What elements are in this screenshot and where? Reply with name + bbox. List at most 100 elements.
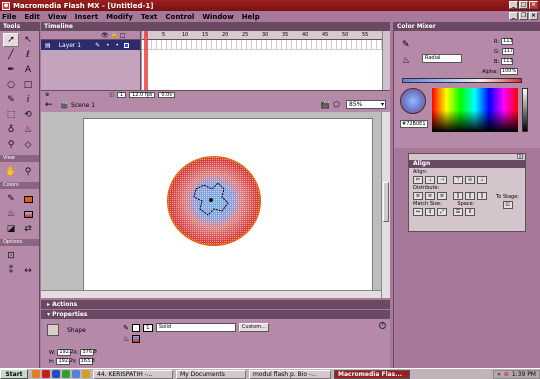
y-field[interactable]: 163.8 xyxy=(78,358,95,365)
align-vcenter-button[interactable]: ⊝ xyxy=(465,176,475,184)
ink-bottle-icon[interactable]: ♁ xyxy=(3,123,19,137)
quicklaunch-icon[interactable] xyxy=(52,370,60,378)
maximize-icon[interactable]: □ xyxy=(519,1,528,9)
tray-icon[interactable]: « xyxy=(497,371,501,378)
tray-icon[interactable]: ⊘ xyxy=(504,371,509,378)
stage[interactable] xyxy=(83,118,373,293)
task-button[interactable]: modul flash p. Bio -... xyxy=(249,369,331,379)
quicklaunch-icon[interactable] xyxy=(42,370,50,378)
space-vertical-button[interactable]: ☰ xyxy=(453,208,463,216)
stage-horizontal-scrollbar[interactable] xyxy=(41,290,381,298)
distribute-vcenter-button[interactable]: ≡ xyxy=(425,192,435,200)
task-button[interactable]: 44. KERISPATIH -... xyxy=(93,369,173,379)
doc-close-icon[interactable]: × xyxy=(529,12,538,20)
eraser-icon[interactable]: ◇ xyxy=(20,138,36,152)
align-hcenter-button[interactable]: ⊥ xyxy=(425,176,435,184)
menu-text[interactable]: Text xyxy=(141,13,157,21)
close-icon[interactable]: × xyxy=(529,1,538,9)
x-field[interactable]: 376.8 xyxy=(80,349,97,356)
menu-insert[interactable]: Insert xyxy=(75,13,98,21)
rect-tool-icon[interactable]: □ xyxy=(20,78,36,92)
properties-panel-header[interactable]: ▾ Properties xyxy=(41,310,390,319)
align-bottom-button[interactable]: ⊥ xyxy=(477,176,487,184)
text-tool-icon[interactable]: A xyxy=(20,63,36,77)
menu-file[interactable]: File xyxy=(2,13,16,21)
fill-type-select[interactable]: Radial xyxy=(422,54,462,63)
match-both-button[interactable]: ⤢ xyxy=(437,208,447,216)
menu-control[interactable]: Control xyxy=(165,13,194,21)
arrow-tool-icon[interactable]: ➚ xyxy=(3,33,19,47)
align-close-icon[interactable]: × xyxy=(517,154,523,159)
layer-header-icons[interactable]: 👁 🔒 □ xyxy=(41,31,140,40)
match-height-button[interactable]: ↕ xyxy=(425,208,435,216)
quicklaunch-icon[interactable] xyxy=(62,370,70,378)
stage-vertical-scrollbar[interactable] xyxy=(381,112,390,298)
oval-tool-icon[interactable]: ○ xyxy=(3,78,19,92)
space-horizontal-button[interactable]: ⦀ xyxy=(465,208,475,216)
align-header[interactable]: Align xyxy=(409,160,525,168)
subselect-tool-icon[interactable]: ↖ xyxy=(20,33,36,47)
doc-restore-icon[interactable]: ❐ xyxy=(519,12,528,20)
quicklaunch-icon[interactable] xyxy=(72,370,80,378)
distribute-hcenter-button[interactable]: ‖ xyxy=(465,192,475,200)
scene-name[interactable]: Scene 1 xyxy=(71,102,95,109)
tools-header[interactable]: Tools xyxy=(0,22,39,31)
back-arrow-icon[interactable]: ← xyxy=(45,100,53,110)
help-icon[interactable]: ? xyxy=(379,322,386,329)
line-tool-icon[interactable]: ╱ xyxy=(3,48,19,62)
start-button[interactable]: Start xyxy=(0,369,28,379)
frames-area[interactable]: 1 5 10 15 20 25 30 35 40 45 50 55 xyxy=(142,31,382,90)
layer-row[interactable]: ▤ Layer 1 ✎ • • xyxy=(41,40,140,50)
distribute-left-button[interactable]: ‖ xyxy=(453,192,463,200)
gradient-definition-bar[interactable] xyxy=(402,78,522,83)
pencil-tool-icon[interactable]: ✎ xyxy=(3,93,19,107)
distribute-bottom-button[interactable]: ≡ xyxy=(437,192,447,200)
stroke-color-icon[interactable]: ✎ xyxy=(3,192,19,206)
fill-color-icon[interactable]: ♨ xyxy=(3,207,19,221)
snap-option-icon[interactable]: ⁑ xyxy=(3,264,19,278)
task-button[interactable]: My Documents xyxy=(176,369,246,379)
color-mixer-header[interactable]: Color Mixer xyxy=(394,22,540,31)
eyedropper-icon[interactable]: ⚲ xyxy=(3,138,19,152)
align-top-button[interactable]: ⊤ xyxy=(453,176,463,184)
menu-help[interactable]: Help xyxy=(242,13,260,21)
align-left-button[interactable]: ⊨ xyxy=(413,176,423,184)
g-field[interactable]: 117 xyxy=(501,48,514,55)
distribute-right-button[interactable]: ‖ xyxy=(477,192,487,200)
distribute-top-button[interactable]: ≡ xyxy=(413,192,423,200)
brush-tool-icon[interactable]: ⅈ xyxy=(20,93,36,107)
stroke-style-select[interactable]: Solid xyxy=(155,323,236,332)
fill-transform-icon[interactable]: ⟲ xyxy=(20,108,36,122)
hex-field[interactable]: #72B0E1 xyxy=(400,120,428,128)
alpha-field[interactable]: 100% xyxy=(499,68,518,75)
actions-panel-header[interactable]: ▸ Actions xyxy=(41,300,390,309)
swap-colors-icon[interactable]: ⇄ xyxy=(20,222,36,236)
edit-scene-icon[interactable]: 🎬 xyxy=(320,100,330,109)
r-field[interactable]: 113 xyxy=(501,38,514,45)
lasso-tool-icon[interactable]: ℓ xyxy=(20,48,36,62)
stroke-color-icon-mixer[interactable]: ✎ xyxy=(402,40,410,50)
brightness-slider[interactable] xyxy=(522,88,528,132)
default-colors-icon[interactable]: ◪ xyxy=(3,222,19,236)
match-width-button[interactable]: ↔ xyxy=(413,208,423,216)
menu-modify[interactable]: Modify xyxy=(106,13,133,21)
vertical-scroll-thumb[interactable] xyxy=(383,182,389,222)
paint-bucket-icon[interactable]: ♨ xyxy=(20,123,36,137)
layer-outline-box[interactable] xyxy=(124,42,130,48)
quicklaunch-icon[interactable] xyxy=(82,370,90,378)
straighten-option-icon[interactable]: ↔ xyxy=(20,264,36,278)
stroke-swatch[interactable] xyxy=(20,192,36,206)
hand-icon[interactable]: ✋ xyxy=(3,165,19,179)
menu-view[interactable]: View xyxy=(48,13,67,21)
timeline-scrollbar[interactable] xyxy=(382,31,390,90)
b-field[interactable]: 113 xyxy=(501,58,514,65)
onion-skin-icon[interactable]: ◫ xyxy=(109,92,114,98)
menu-window[interactable]: Window xyxy=(202,13,233,21)
pen-tool-icon[interactable]: ✒ xyxy=(3,63,19,77)
width-field[interactable]: 192.2 xyxy=(57,349,74,356)
frame-row[interactable] xyxy=(142,40,382,50)
quicklaunch-icon[interactable] xyxy=(32,370,40,378)
gradient-center-handle[interactable] xyxy=(209,198,213,202)
doc-minimize-icon[interactable]: _ xyxy=(509,12,518,20)
custom-button[interactable]: Custom... xyxy=(238,323,269,332)
